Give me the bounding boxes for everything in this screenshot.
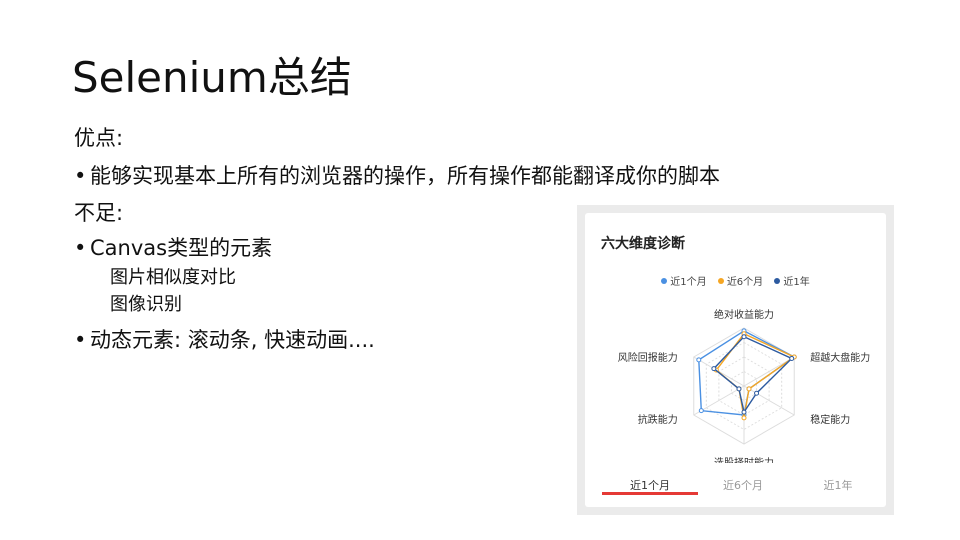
- cons-bullet-text: Canvas类型的元素: [90, 236, 273, 260]
- slide-title: Selenium总结: [72, 53, 352, 102]
- radar-axis-label: 绝对收益能力: [714, 308, 774, 321]
- period-tabs: 近1个月 近6个月 近1年: [585, 463, 886, 503]
- cons-bullet-text: 动态元素: 滚动条, 快速动画....: [90, 328, 375, 352]
- pros-heading: 优点:: [74, 126, 124, 150]
- radar-axis-label: 风险回报能力: [618, 351, 678, 364]
- radar-point: [741, 334, 747, 340]
- radar-axis-label: 抗跌能力: [638, 413, 678, 426]
- radar-series-line: [712, 335, 793, 414]
- sub-bullet-image-similarity: 图片相似度对比: [110, 267, 236, 288]
- bullet-dot: •: [74, 328, 87, 352]
- radar-point: [736, 386, 742, 392]
- diagnosis-panel: 六大维度诊断 近1个月 近6个月 近1年 绝对收益能力超越大盘能力稳定能力选股择…: [577, 205, 894, 515]
- radar-point: [711, 366, 717, 372]
- radar-axis-label: 选股择时能力: [714, 456, 774, 463]
- active-tab-indicator: [602, 492, 698, 495]
- cons-bullet-dynamic: • 动态元素: 滚动条, 快速动画....: [74, 326, 375, 354]
- bullet-dot: •: [74, 236, 87, 260]
- tab-1-year[interactable]: 近1年: [790, 477, 886, 493]
- radar-point: [698, 408, 704, 414]
- cons-bullet-canvas: • Canvas类型的元素: [74, 234, 272, 262]
- tab-1-month[interactable]: 近1个月: [602, 477, 698, 493]
- radar-point: [696, 357, 702, 363]
- tab-6-months[interactable]: 近6个月: [695, 477, 791, 493]
- bullet-dot: •: [74, 164, 87, 188]
- radar-point: [741, 409, 747, 415]
- radar-axis-label: 超越大盘能力: [810, 351, 870, 364]
- pros-bullet-text: 能够实现基本上所有的浏览器的操作，所有操作都能翻译成你的脚本: [90, 164, 720, 188]
- radar-point: [746, 386, 752, 392]
- cons-heading: 不足:: [74, 201, 124, 225]
- radar-axis-label: 稳定能力: [810, 413, 850, 426]
- radar-point: [754, 390, 760, 396]
- radar-point: [789, 355, 795, 361]
- pros-bullet: • 能够实现基本上所有的浏览器的操作，所有操作都能翻译成你的脚本: [74, 162, 720, 190]
- sub-bullet-image-recognition: 图像识别: [110, 294, 182, 315]
- diagnosis-card: 六大维度诊断 近1个月 近6个月 近1年 绝对收益能力超越大盘能力稳定能力选股择…: [585, 213, 886, 507]
- radar-point: [741, 415, 747, 421]
- radar-chart: 绝对收益能力超越大盘能力稳定能力选股择时能力 抗跌能力 风险回报能力: [618, 308, 870, 463]
